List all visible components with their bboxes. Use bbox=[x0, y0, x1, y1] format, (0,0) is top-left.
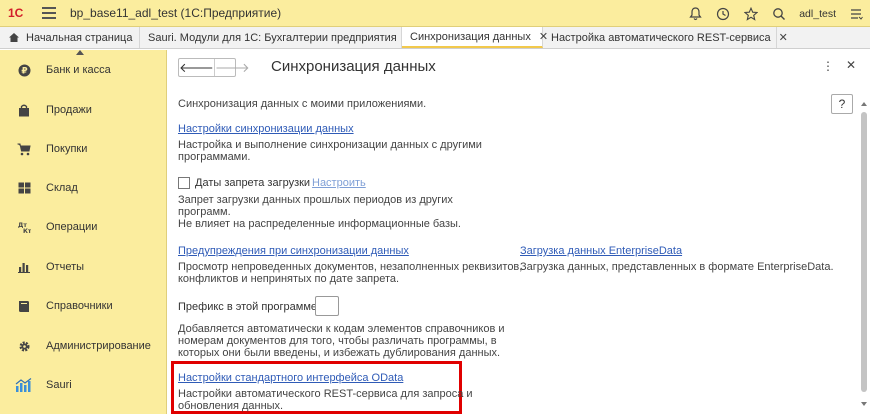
enterprise-data-desc: Загрузка данных, представленных в формат… bbox=[520, 261, 834, 273]
prefix-input[interactable] bbox=[315, 296, 339, 316]
svg-text:₽: ₽ bbox=[21, 66, 27, 76]
sidebar-item-sales[interactable]: Продажи bbox=[0, 95, 166, 125]
sync-settings-desc-line: Настройка и выполнение синхронизации дан… bbox=[178, 139, 482, 151]
operations-dt-kt-icon: Дт Кт bbox=[17, 220, 31, 234]
prefix-label: Префикс в этой программе: bbox=[178, 301, 321, 313]
sidebar-item-administration[interactable]: Администрирование bbox=[0, 331, 166, 361]
sidebar-item-purchases[interactable]: Покупки bbox=[0, 134, 166, 164]
help-button[interactable]: ? bbox=[831, 94, 853, 114]
gear-icon bbox=[17, 339, 31, 353]
load-ban-desc-line: программ. bbox=[178, 206, 231, 218]
tab-label: Синхронизация данных bbox=[410, 30, 531, 43]
sidebar-item-sauri[interactable]: Sauri bbox=[0, 370, 166, 400]
close-tab-icon[interactable]: ✕ bbox=[779, 31, 788, 44]
shopping-bag-icon bbox=[17, 103, 31, 117]
more-actions-icon[interactable]: ⋮ bbox=[822, 59, 834, 73]
prefix-desc-line: номерам документов для того, чтобы разли… bbox=[178, 335, 497, 347]
odata-desc-line: Настройки автоматического REST-сервиса д… bbox=[178, 388, 473, 400]
back-button[interactable]: 🡐 bbox=[179, 59, 214, 76]
tab-label: Sauri. Модули для 1С: Бухгалтерии предпр… bbox=[148, 31, 397, 44]
vertical-scrollbar[interactable] bbox=[860, 102, 868, 414]
nav-buttons: 🡐 🡒 bbox=[178, 58, 250, 77]
load-ban-dates-label[interactable]: Даты запрета загрузки bbox=[195, 177, 310, 189]
book-icon bbox=[17, 299, 31, 313]
sync-warnings-desc-line: Просмотр непроведенных документов, незап… bbox=[178, 261, 523, 273]
sidebar-item-reports[interactable]: Отчеты bbox=[0, 252, 166, 282]
tab-label: Настройка автоматического REST-сервиса bbox=[551, 31, 771, 44]
sync-warnings-link[interactable]: Предупреждения при синхронизации данных bbox=[178, 245, 409, 258]
load-ban-desc-line: Запрет загрузки данных прошлых периодов … bbox=[178, 194, 453, 206]
sidebar-item-warehouse[interactable]: Склад bbox=[0, 173, 166, 203]
cart-icon bbox=[17, 142, 31, 156]
sidebar-item-catalogs[interactable]: Справочники bbox=[0, 291, 166, 321]
sidebar-item-bank[interactable]: ₽ Банк и касса bbox=[0, 55, 166, 85]
hamburger-menu-icon[interactable] bbox=[42, 7, 56, 19]
load-ban-dates-checkbox[interactable] bbox=[178, 177, 190, 189]
prefix-desc-line: которых они были введены, и избежать дуб… bbox=[178, 347, 501, 359]
sauri-chart-icon bbox=[15, 378, 33, 392]
search-icon[interactable] bbox=[771, 6, 787, 22]
forward-button[interactable]: 🡒 bbox=[213, 59, 250, 76]
app-logo: 1С bbox=[8, 6, 24, 20]
tab-bar: Начальная страница Sauri. Модули для 1С:… bbox=[0, 27, 870, 49]
window-title: bp_base11_adl_test (1С:Предприятие) bbox=[70, 6, 282, 20]
scroll-thumb[interactable] bbox=[861, 112, 867, 392]
settings-menu-icon[interactable] bbox=[848, 6, 864, 22]
configure-link[interactable]: Настроить bbox=[312, 177, 366, 190]
bell-icon[interactable] bbox=[687, 6, 703, 22]
tab-sauri-modules[interactable]: Sauri. Модули для 1С: Бухгалтерии предпр… bbox=[140, 27, 402, 48]
close-form-icon[interactable]: ✕ bbox=[846, 58, 856, 72]
title-bar: 1С bp_base11_adl_test (1С:Предприятие) a… bbox=[0, 0, 870, 27]
home-icon bbox=[8, 32, 20, 43]
prefix-desc-line: Добавляется автоматически к кодам элемен… bbox=[178, 323, 505, 335]
odata-desc-line: обновления данных. bbox=[178, 400, 284, 412]
tab-rest-service[interactable]: Настройка автоматического REST-сервиса ✕ bbox=[543, 27, 788, 48]
tab-home[interactable]: Начальная страница bbox=[0, 27, 140, 48]
page-title: Синхронизация данных bbox=[271, 58, 436, 75]
svg-text:Кт: Кт bbox=[23, 228, 31, 234]
sync-settings-link[interactable]: Настройки синхронизации данных bbox=[178, 123, 354, 136]
history-icon[interactable] bbox=[715, 6, 731, 22]
data-sync-form: 🡐 🡒 Синхронизация данных ⋮ ✕ ? Синхрониз… bbox=[168, 50, 870, 414]
ruble-coin-icon: ₽ bbox=[17, 63, 31, 77]
warehouse-grid-icon bbox=[17, 181, 31, 195]
star-icon[interactable] bbox=[743, 6, 759, 22]
scroll-down-icon[interactable] bbox=[861, 402, 867, 406]
enterprise-data-link[interactable]: Загрузка данных EnterpriseData bbox=[520, 245, 682, 258]
tab-label: Начальная страница bbox=[26, 31, 133, 44]
load-ban-desc-line: Не влияет на распределенные информационн… bbox=[178, 218, 461, 230]
sections-panel: ₽ Банк и касса Продажи Покупки Склад Дт К… bbox=[0, 50, 167, 414]
odata-settings-link[interactable]: Настройки стандартного интерфейса OData bbox=[178, 372, 403, 385]
bar-chart-icon bbox=[17, 260, 31, 274]
sync-settings-desc-line: программами. bbox=[178, 151, 251, 163]
current-user[interactable]: adl_test bbox=[799, 8, 836, 20]
tab-data-sync[interactable]: Синхронизация данных ✕ bbox=[402, 27, 548, 48]
scroll-up-icon[interactable] bbox=[861, 102, 867, 106]
sidebar-item-operations[interactable]: Дт Кт Операции bbox=[0, 212, 166, 242]
sync-warnings-desc-line: конфликтов и непринятых по дате запрета. bbox=[178, 273, 400, 285]
intro-text: Синхронизация данных с моими приложениям… bbox=[178, 98, 427, 110]
